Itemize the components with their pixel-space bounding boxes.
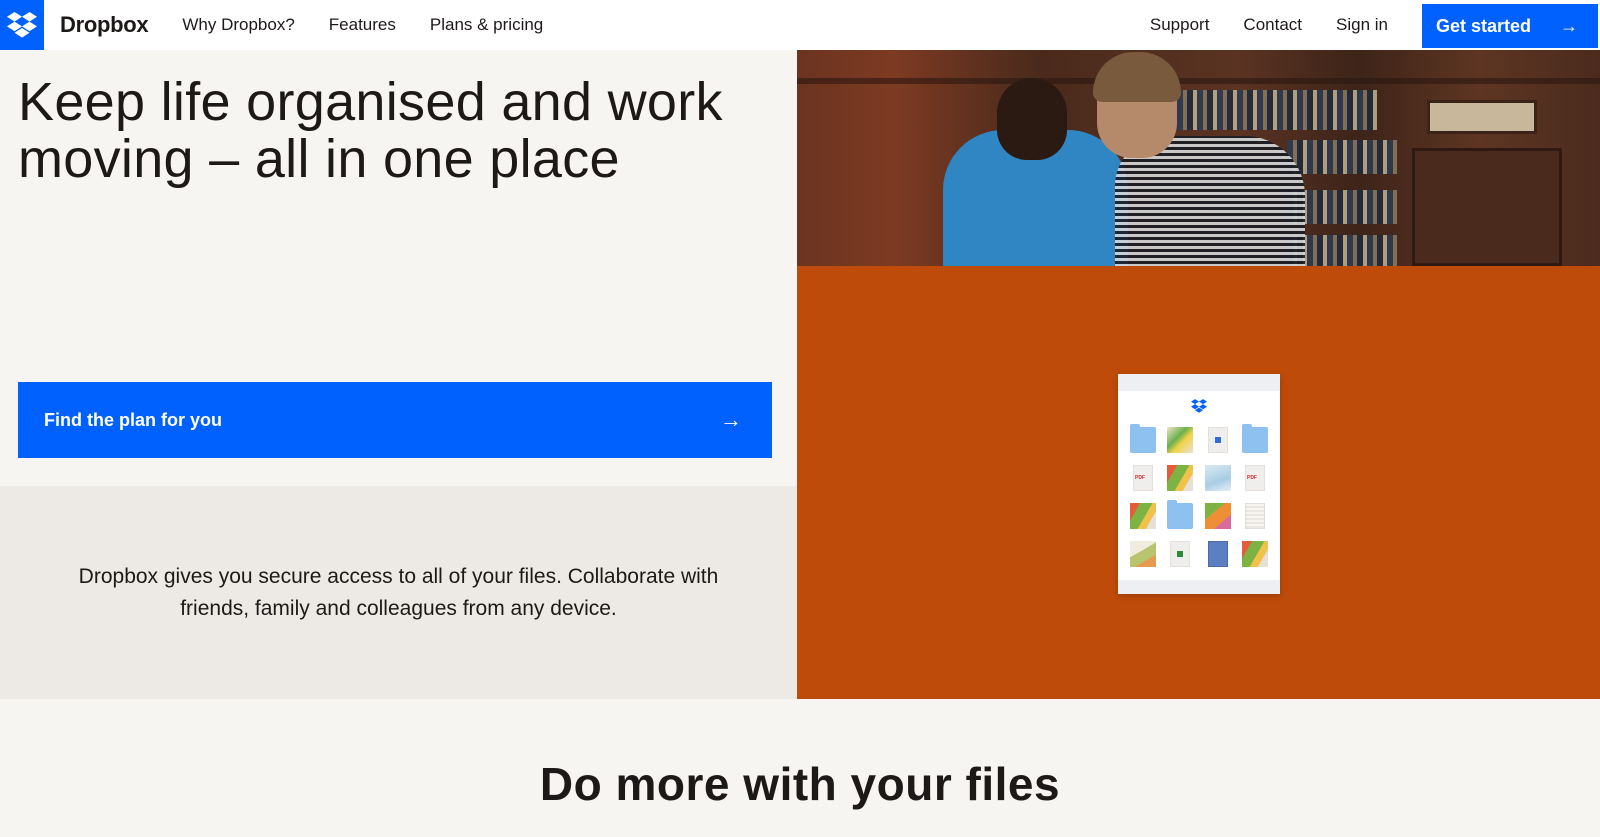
top-navigation: Dropbox Why Dropbox? Features Plans & pr… [0, 0, 1600, 50]
dropbox-icon [1191, 399, 1207, 413]
mockup-logo [1118, 399, 1280, 415]
spreadsheet-file-icon [1244, 503, 1265, 529]
nav-link-sign-in[interactable]: Sign in [1336, 15, 1388, 35]
pdf-file-icon [1244, 465, 1265, 491]
hero-title: Keep life organised and work moving – al… [18, 72, 723, 189]
nav-link-contact[interactable]: Contact [1243, 15, 1302, 35]
get-started-button[interactable]: Get started → [1422, 4, 1598, 48]
image-file-icon [1130, 541, 1156, 567]
dropbox-logo[interactable] [0, 0, 44, 50]
find-plan-label: Find the plan for you [44, 409, 222, 430]
brand-name[interactable]: Dropbox [60, 12, 149, 38]
hero-description-panel: Dropbox gives you secure access to all o… [0, 486, 797, 699]
find-plan-button[interactable]: Find the plan for you → [18, 382, 772, 458]
nav-right-group: Support Contact Sign in Get started → [1150, 0, 1600, 50]
mockup-header [1118, 374, 1280, 391]
bookshelf [1287, 140, 1397, 174]
nav-link-features[interactable]: Features [329, 15, 396, 35]
arrow-right-icon: → [720, 407, 742, 432]
image-file-icon [1241, 541, 1268, 567]
hero-description: Dropbox gives you secure access to all o… [78, 564, 719, 620]
file-grid [1118, 415, 1280, 567]
section-heading: Do more with your files [539, 758, 1061, 810]
folder-icon [1130, 424, 1156, 453]
image-file-icon [1167, 427, 1194, 453]
image-file-icon [1204, 503, 1231, 529]
document-file-icon [1207, 541, 1228, 567]
wall-frame [1427, 100, 1537, 134]
hero-photo [797, 50, 1600, 266]
document-file-icon [1170, 541, 1191, 567]
person-head [997, 78, 1067, 160]
person-hair [1093, 52, 1181, 102]
arrow-right-icon: → [1560, 15, 1578, 36]
get-started-label: Get started [1436, 15, 1532, 36]
file-browser-mockup [1118, 374, 1280, 594]
image-file-icon [1204, 465, 1231, 491]
product-illustration-panel [797, 266, 1600, 699]
library-door [1412, 148, 1562, 266]
folder-icon [1241, 424, 1268, 453]
pdf-file-icon [1133, 465, 1153, 491]
nav-link-plans-pricing[interactable]: Plans & pricing [430, 15, 543, 35]
mockup-footer [1118, 580, 1280, 594]
bookshelf [1177, 90, 1377, 130]
dropbox-icon [7, 12, 37, 38]
image-file-icon [1167, 465, 1194, 491]
folder-icon [1167, 500, 1194, 529]
nav-link-why-dropbox[interactable]: Why Dropbox? [182, 15, 294, 35]
document-file-icon [1207, 427, 1228, 453]
nav-link-support[interactable]: Support [1150, 15, 1210, 35]
image-file-icon [1130, 503, 1156, 529]
hero-section: Keep life organised and work moving – al… [0, 50, 797, 486]
shelf [797, 78, 1600, 84]
